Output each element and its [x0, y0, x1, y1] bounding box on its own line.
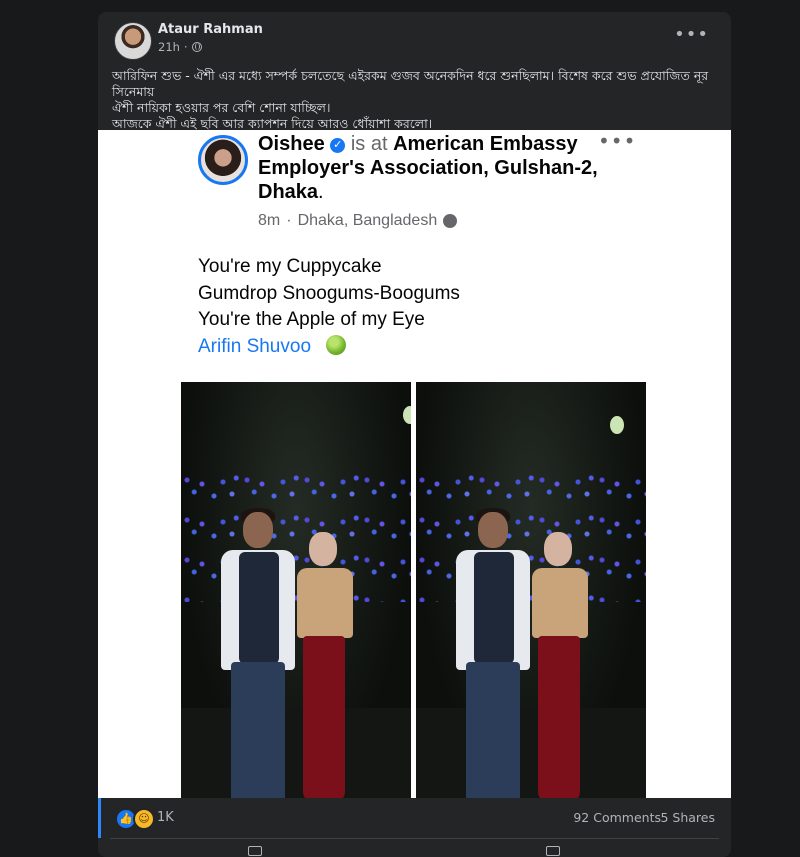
- embedded-line: You're the Apple of my Eye: [198, 309, 425, 330]
- author-name[interactable]: Ataur Rahman: [158, 22, 263, 37]
- embedded-post-name: Oishee: [258, 133, 325, 155]
- like-button[interactable]: [248, 846, 262, 856]
- post-photo-left[interactable]: [181, 382, 411, 798]
- embedded-post-header: Oishee ✓ is at American Embassy Employer…: [258, 132, 618, 204]
- embedded-post-location: Dhaka, Bangladesh: [297, 212, 438, 229]
- shares-count[interactable]: 5 Shares: [660, 810, 715, 825]
- reaction-icons[interactable]: 👍 ☺: [115, 808, 155, 830]
- person-woman: [293, 528, 357, 798]
- embedded-post-period: .: [318, 181, 324, 203]
- person-woman: [528, 528, 592, 798]
- haha-reaction-icon: ☺: [133, 808, 155, 830]
- more-options-icon[interactable]: •••: [674, 26, 709, 44]
- photo-area: [98, 368, 731, 798]
- embedded-post-time: 8m: [258, 212, 281, 229]
- embedded-post-body: You're my Cuppycake Gumdrop Snoogums-Boo…: [198, 254, 460, 360]
- author-avatar[interactable]: [114, 22, 152, 60]
- green-apple-icon: [326, 334, 347, 355]
- hanging-apple-icon: [403, 406, 411, 424]
- embedded-globe-icon: [443, 214, 458, 228]
- share-button[interactable]: [546, 846, 560, 856]
- post-photo-right[interactable]: [416, 382, 646, 798]
- globe-icon[interactable]: [191, 42, 202, 52]
- post-card: Ataur Rahman 21h · ••• আরিফিন শুভ - ঐশী …: [98, 12, 731, 857]
- comments-count[interactable]: 92 Comments: [573, 810, 661, 825]
- embedded-post-is-at: is at: [350, 133, 388, 155]
- person-man: [221, 508, 295, 798]
- hanging-apple-icon: [610, 416, 624, 434]
- verified-icon: ✓: [330, 138, 346, 153]
- share-icon: [546, 846, 560, 856]
- reaction-count[interactable]: 1K: [157, 810, 174, 825]
- person-man: [456, 508, 530, 798]
- embedded-line: Gumdrop Snoogums-Boogums: [198, 282, 460, 304]
- action-bar: [98, 842, 731, 857]
- embedded-post-separator: ·: [286, 212, 292, 229]
- embedded-more-icon: •••: [598, 129, 637, 153]
- post-meta: 21h ·: [158, 40, 202, 54]
- post-text: আরিফিন শুভ - ঐশী এর মধ্যে সম্পর্ক চলতেছে…: [112, 68, 709, 131]
- embedded-line: You're my Cuppycake: [198, 256, 382, 277]
- divider: [110, 838, 719, 839]
- like-icon: [248, 846, 262, 856]
- embedded-post-meta: 8m · Dhaka, Bangladesh: [258, 212, 458, 230]
- embedded-mention: Arifin Shuvoo: [198, 335, 312, 357]
- post-header: Ataur Rahman 21h · •••: [98, 12, 731, 68]
- post-time[interactable]: 21h: [158, 40, 180, 54]
- embedded-post-avatar: [198, 135, 248, 185]
- reactions-bar: 👍 ☺ 1K 92 Comments 5 Shares: [98, 798, 731, 838]
